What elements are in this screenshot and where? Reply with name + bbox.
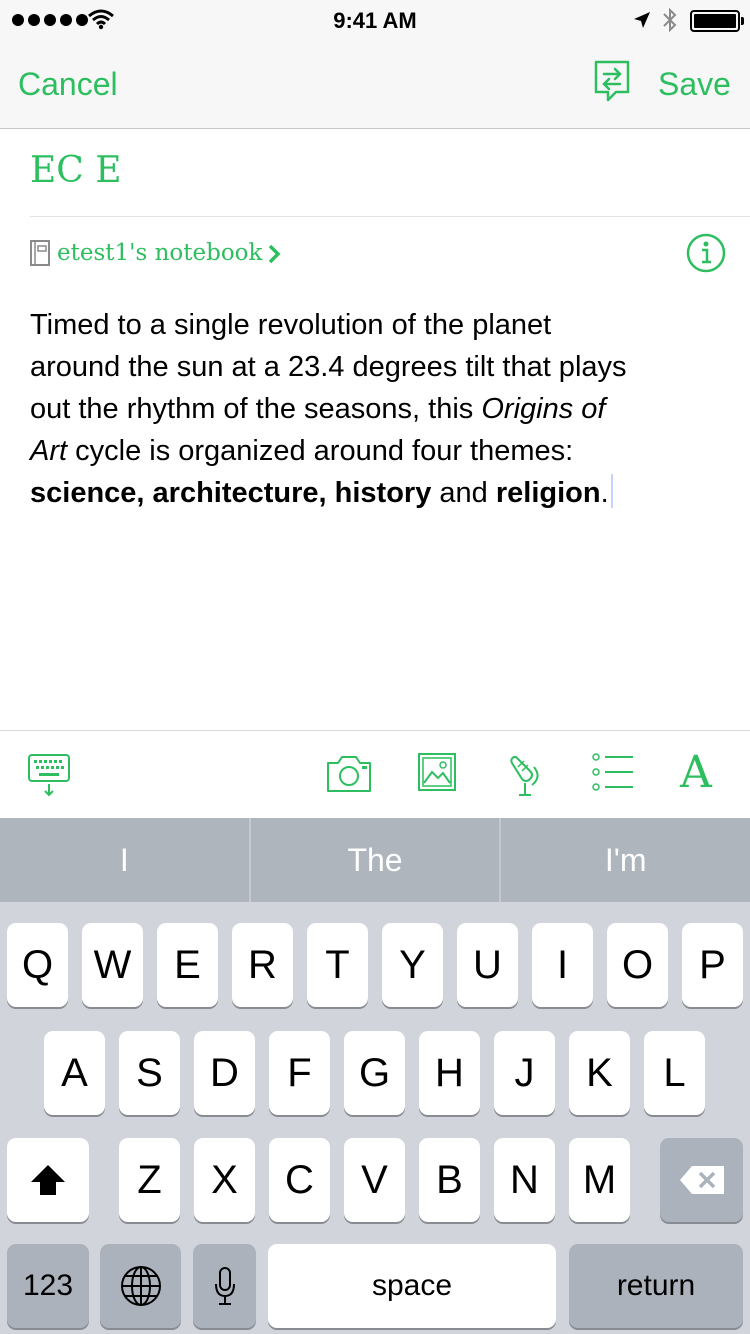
key-k[interactable]: K bbox=[569, 1031, 630, 1115]
globe-icon bbox=[120, 1266, 161, 1306]
status-bar: 9:41 AM bbox=[0, 0, 750, 40]
key-w[interactable]: W bbox=[82, 923, 143, 1007]
space-key[interactable]: space bbox=[268, 1244, 556, 1328]
info-icon[interactable] bbox=[686, 233, 726, 273]
key-l[interactable]: L bbox=[644, 1031, 705, 1115]
note-body-editor[interactable]: Timed to a single revolution of the plan… bbox=[30, 304, 720, 514]
return-key[interactable]: return bbox=[569, 1244, 743, 1328]
suggestion-item[interactable]: I bbox=[0, 818, 251, 902]
cancel-button[interactable]: Cancel bbox=[18, 66, 118, 103]
key-b[interactable]: B bbox=[419, 1138, 480, 1222]
key-u[interactable]: U bbox=[457, 923, 518, 1007]
key-e[interactable]: E bbox=[157, 923, 218, 1007]
globe-key[interactable] bbox=[100, 1244, 181, 1328]
battery-icon bbox=[690, 10, 744, 32]
key-d[interactable]: D bbox=[194, 1031, 255, 1115]
key-n[interactable]: N bbox=[494, 1138, 555, 1222]
key-x[interactable]: X bbox=[194, 1138, 255, 1222]
key-m[interactable]: M bbox=[569, 1138, 630, 1222]
body-line: around the sun at a 23.4 degrees tilt th… bbox=[30, 351, 627, 383]
save-button[interactable]: Save bbox=[658, 66, 731, 103]
dictation-key[interactable] bbox=[193, 1244, 256, 1328]
chevron-right-icon[interactable] bbox=[266, 243, 282, 265]
key-s[interactable]: S bbox=[119, 1031, 180, 1115]
key-h[interactable]: H bbox=[419, 1031, 480, 1115]
key-t[interactable]: T bbox=[307, 923, 368, 1007]
bluetooth-icon bbox=[663, 7, 677, 33]
title-divider bbox=[30, 216, 750, 217]
key-p[interactable]: P bbox=[682, 923, 743, 1007]
keyboard: Q W E R T Y U I O P A S D F G H J K L Z … bbox=[0, 902, 750, 1334]
key-y[interactable]: Y bbox=[382, 923, 443, 1007]
note-title[interactable]: EC E bbox=[30, 150, 122, 191]
delete-key[interactable] bbox=[660, 1138, 743, 1222]
body-line: Art cycle is organized around four theme… bbox=[30, 435, 574, 467]
body-line: Timed to a single revolution of the plan… bbox=[30, 309, 552, 341]
keyboard-icon[interactable] bbox=[28, 753, 70, 799]
key-v[interactable]: V bbox=[344, 1138, 405, 1222]
key-z[interactable]: Z bbox=[119, 1138, 180, 1222]
key-c[interactable]: C bbox=[269, 1138, 330, 1222]
notebook-icon bbox=[30, 240, 50, 266]
notebook-selector[interactable]: etest1's notebook bbox=[57, 240, 262, 266]
image-icon[interactable] bbox=[418, 753, 456, 791]
backspace-icon bbox=[679, 1166, 724, 1194]
shift-key[interactable] bbox=[7, 1138, 89, 1222]
key-f[interactable]: F bbox=[269, 1031, 330, 1115]
nav-bar: Cancel Save bbox=[0, 40, 750, 129]
key-q[interactable]: Q bbox=[7, 923, 68, 1007]
list-icon[interactable] bbox=[592, 753, 634, 791]
key-o[interactable]: O bbox=[607, 923, 668, 1007]
numbers-key[interactable]: 123 bbox=[7, 1244, 89, 1328]
suggestion-item[interactable]: The bbox=[251, 818, 502, 902]
key-a[interactable]: A bbox=[44, 1031, 105, 1115]
microphone-icon[interactable] bbox=[508, 753, 544, 797]
body-line: science, architecture, history and relig… bbox=[30, 472, 720, 514]
key-i[interactable]: I bbox=[532, 923, 593, 1007]
body-line: out the rhythm of the seasons, this Orig… bbox=[30, 393, 606, 425]
text-format-icon[interactable]: A bbox=[680, 749, 712, 797]
formatting-toolbar: A bbox=[0, 730, 750, 818]
shift-arrow-icon bbox=[31, 1165, 65, 1195]
location-arrow-icon bbox=[634, 12, 650, 28]
camera-icon[interactable] bbox=[326, 753, 372, 793]
key-r[interactable]: R bbox=[232, 923, 293, 1007]
microphone-icon bbox=[214, 1267, 235, 1305]
key-j[interactable]: J bbox=[494, 1031, 555, 1115]
key-g[interactable]: G bbox=[344, 1031, 405, 1115]
share-chat-icon[interactable] bbox=[590, 58, 634, 106]
predictive-text-bar: I The I'm bbox=[0, 818, 750, 902]
text-caret bbox=[610, 474, 613, 508]
suggestion-item[interactable]: I'm bbox=[501, 818, 750, 902]
